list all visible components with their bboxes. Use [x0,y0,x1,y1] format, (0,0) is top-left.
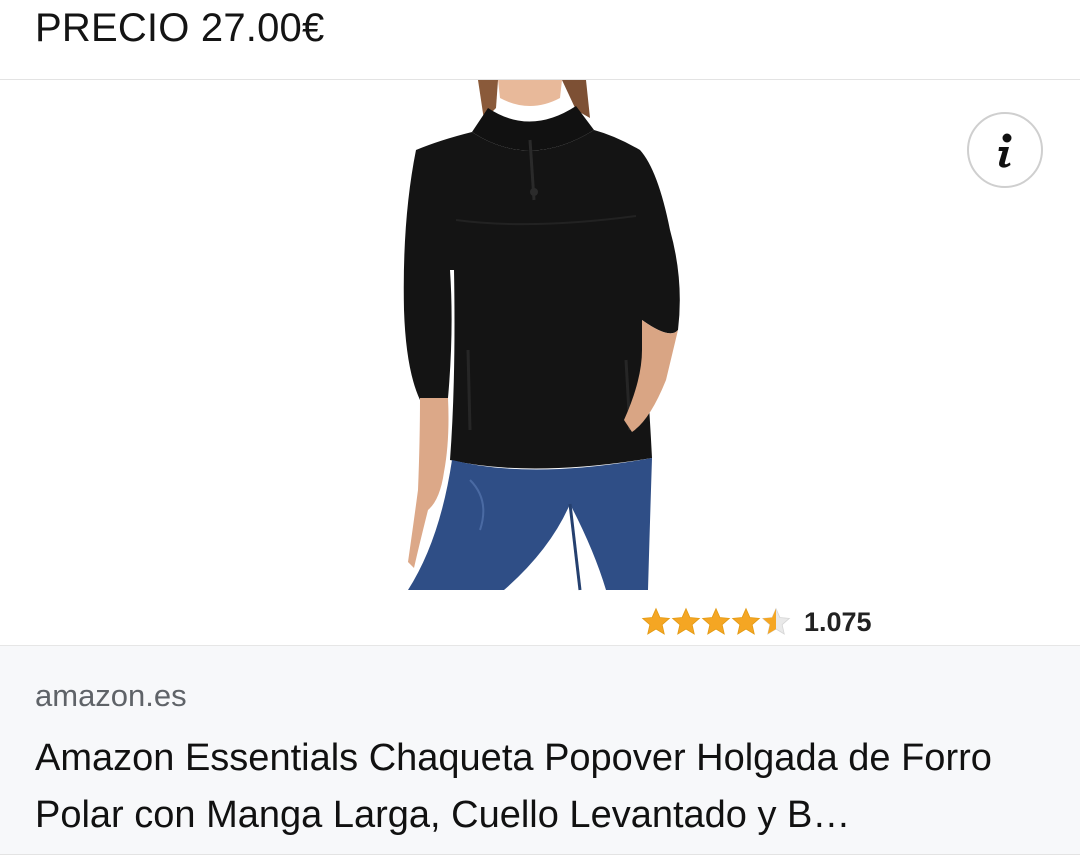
price-bar: PRECIO 27.00€ [0,0,1080,80]
star-rating [640,606,791,638]
price-label: PRECIO 27.00€ [35,6,325,50]
product-title[interactable]: Amazon Essentials Chaqueta Popover Holga… [35,730,1045,844]
rating-count: 1.075 [804,606,872,637]
star-full-icon [641,607,671,635]
product-image[interactable] [380,80,700,595]
star-full-icon [671,607,701,635]
rating: 1.075 [640,602,872,642]
star-half-icon [761,607,791,635]
bottom-strip [0,855,1080,866]
info-button[interactable] [967,112,1043,188]
info-icon [998,133,1012,168]
star-full-icon [731,607,761,635]
listing-info-panel[interactable]: amazon.es Amazon Essentials Chaqueta Pop… [0,645,1080,855]
source-domain: amazon.es [35,678,187,713]
star-full-icon [701,607,731,635]
product-image-area[interactable]: 1.075 [0,80,1080,645]
